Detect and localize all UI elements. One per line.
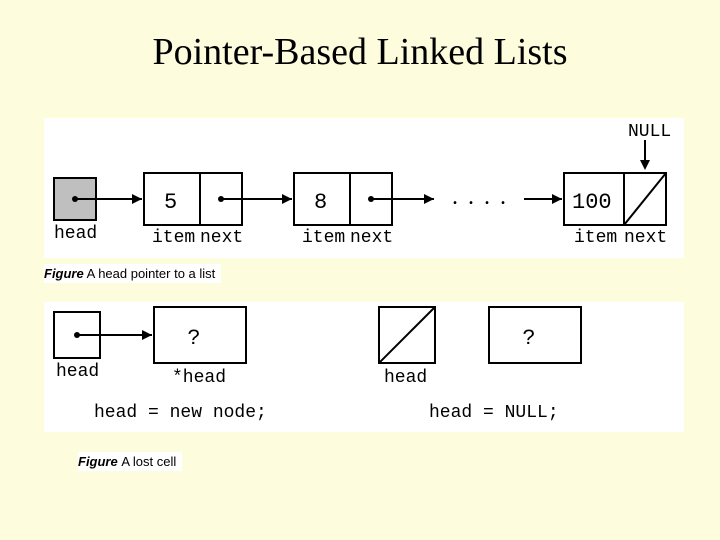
item-label: item <box>302 228 345 248</box>
caption-figure-word: Figure <box>44 266 84 281</box>
caption-figure-word: Figure <box>78 454 121 469</box>
figure-1: head 5 item next 8 item next . . . . <box>44 118 684 258</box>
star-head-label: *head <box>172 368 226 388</box>
figure-1-caption: Figure A head pointer to a list <box>44 264 221 283</box>
head-label: head <box>56 362 99 382</box>
arrow-head-icon <box>132 194 142 204</box>
item-label: item <box>152 228 195 248</box>
ellipsis: . . . . <box>452 184 508 210</box>
stmt-null: head = NULL; <box>429 403 559 423</box>
node-value: 8 <box>314 190 327 215</box>
next-label: next <box>200 228 243 248</box>
slide-title: Pointer-Based Linked Lists <box>0 30 720 74</box>
next-label: next <box>350 228 393 248</box>
arrow-head-icon <box>282 194 292 204</box>
slide: Pointer-Based Linked Lists head 5 item n… <box>0 0 720 540</box>
figure-2: head ? *head head = new node; head ? hea… <box>44 302 684 432</box>
item-label: item <box>574 228 617 248</box>
arrow-head-icon <box>640 160 650 170</box>
node-value: 5 <box>164 190 177 215</box>
arrow-head-icon <box>424 194 434 204</box>
stmt-new-node: head = new node; <box>94 403 267 423</box>
unknown-value: ? <box>522 326 535 351</box>
null-label: NULL <box>628 122 671 142</box>
unknown-value: ? <box>187 326 200 351</box>
node-value: 100 <box>572 190 612 215</box>
figure-2-caption: Figure A lost cell <box>78 452 182 471</box>
head-label: head <box>384 368 427 388</box>
arrow-head-icon <box>552 194 562 204</box>
head-label: head <box>54 224 97 244</box>
caption-text: A lost cell <box>121 454 176 469</box>
next-label: next <box>624 228 667 248</box>
caption-text: A head pointer to a list <box>84 266 216 281</box>
arrow-head-icon <box>142 330 152 340</box>
